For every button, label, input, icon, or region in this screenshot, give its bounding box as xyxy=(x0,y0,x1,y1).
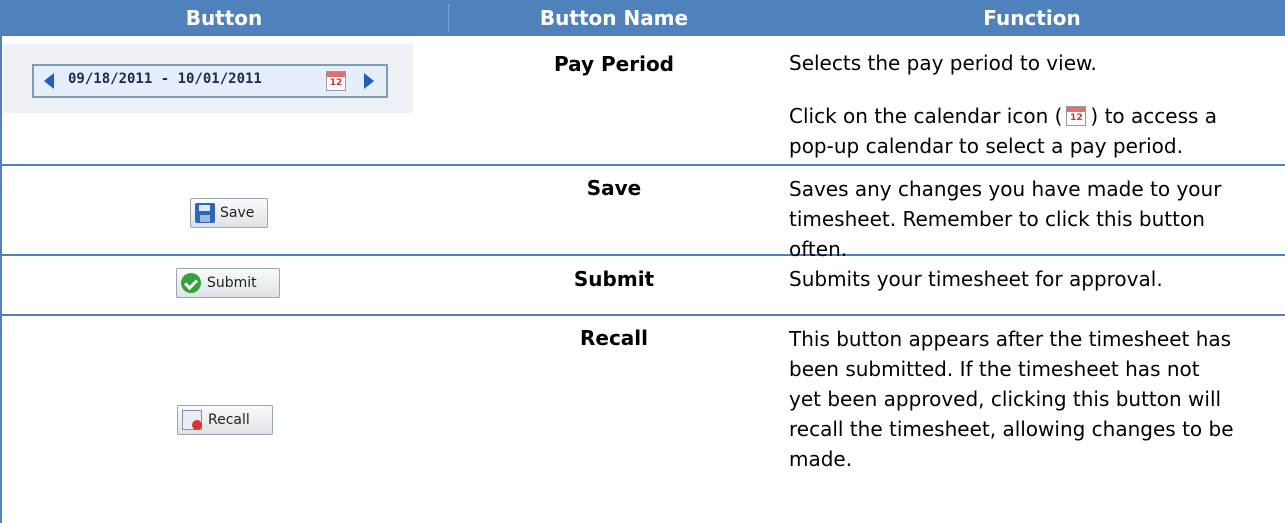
function-line: often. xyxy=(789,237,848,261)
table-header: Button Button Name Function xyxy=(0,0,1285,36)
function-pay-period-line3: pop-up calendar to select a pay period. xyxy=(789,134,1183,158)
function-line: Submits your timesheet for approval. xyxy=(789,267,1163,291)
header-button-name: Button Name xyxy=(539,6,689,30)
save-button-label: Save xyxy=(220,205,255,221)
function-line: recall the timesheet, allowing changes t… xyxy=(789,417,1234,441)
function-line: This button appears after the timesheet … xyxy=(789,327,1232,351)
button-name-submit: Submit xyxy=(573,267,655,291)
submit-button-label: Submit xyxy=(207,275,257,291)
function-text: Click on the calendar icon ( xyxy=(789,104,1063,128)
function-line: yet been approved, clicking this button … xyxy=(789,387,1222,411)
save-button: Save xyxy=(190,198,268,228)
recall-button: Recall xyxy=(177,405,273,435)
table-border-left xyxy=(0,36,2,523)
calendar-icon: 12 xyxy=(326,71,346,91)
button-reference-table: Button Button Name Function 09/18/2011 -… xyxy=(0,0,1285,523)
function-recall: This button appears after the timesheet … xyxy=(789,324,1279,474)
pay-period-screenshot: 09/18/2011 - 10/01/2011 12 xyxy=(3,44,413,113)
calendar-day: 12 xyxy=(329,78,343,88)
checkmark-icon xyxy=(181,273,201,293)
function-text: ) to access a xyxy=(1090,104,1218,128)
recall-icon xyxy=(182,410,202,430)
function-pay-period-line2: Click on the calendar icon (12) to acces… xyxy=(789,101,1279,131)
pay-period-dates: 09/18/2011 - 10/01/2011 xyxy=(68,71,262,87)
function-pay-period-line1: Selects the pay period to view. xyxy=(789,51,1097,75)
function-line: Saves any changes you have made to your xyxy=(789,177,1222,201)
header-button: Button xyxy=(185,6,263,30)
button-name-recall: Recall xyxy=(579,326,649,350)
calendar-icon: 12 xyxy=(1066,106,1087,126)
next-arrow-icon xyxy=(364,73,374,89)
function-line: timesheet. Remember to click this button xyxy=(789,207,1205,231)
row-divider xyxy=(0,164,1285,166)
row-divider xyxy=(0,314,1285,316)
button-name-pay-period: Pay Period xyxy=(554,52,674,76)
recall-button-label: Recall xyxy=(208,412,250,428)
function-line: been submitted. If the timesheet has not xyxy=(789,357,1200,381)
previous-arrow-icon xyxy=(44,73,54,89)
submit-button: Submit xyxy=(176,268,280,298)
pay-period-control: 09/18/2011 - 10/01/2011 12 xyxy=(32,64,388,98)
function-line: made. xyxy=(789,447,853,471)
function-save: Saves any changes you have made to your … xyxy=(789,174,1279,264)
header-function: Function xyxy=(983,6,1081,30)
button-name-save: Save xyxy=(586,176,642,200)
floppy-disk-icon xyxy=(195,203,215,223)
function-submit: Submits your timesheet for approval. xyxy=(789,264,1279,294)
